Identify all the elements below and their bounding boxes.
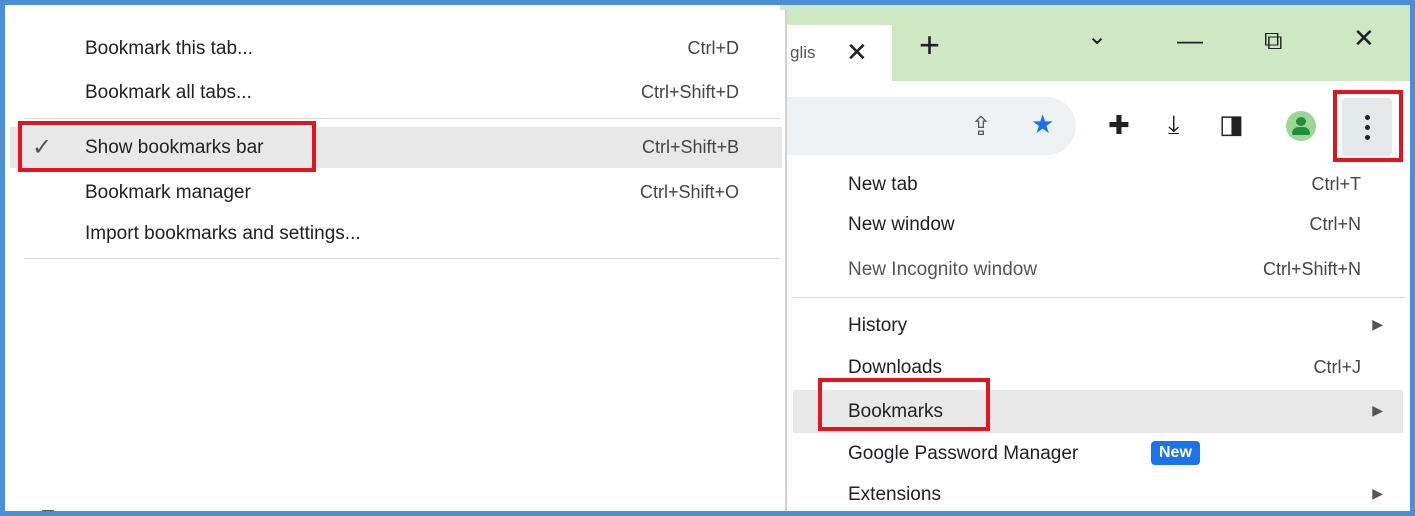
menu-item-extensions[interactable]: Extensions ▶ <box>793 475 1403 511</box>
active-tab[interactable]: glis ✕ <box>780 25 892 81</box>
new-badge: New <box>1151 441 1200 465</box>
side-panel-icon[interactable]: ◨ <box>1219 111 1244 137</box>
minimize-icon[interactable]: — <box>1177 27 1203 53</box>
profile-icon[interactable] <box>1286 111 1316 141</box>
chrome-main-menu: New tab Ctrl+T New window Ctrl+N New Inc… <box>793 165 1410 511</box>
menu-item-label: New Incognito window <box>848 259 1038 280</box>
menu-item-label: New window <box>848 214 955 235</box>
submenu-item-bookmark-manager[interactable]: Bookmark manager Ctrl+Shift+O <box>10 172 782 212</box>
highlight-box-show-bookmarks-bar <box>18 121 316 172</box>
submenu-item-shortcut: Ctrl+Shift+D <box>640 82 739 102</box>
menu-item-label: Google Password Manager <box>848 443 1079 464</box>
new-tab-button[interactable]: + <box>919 27 940 63</box>
share-icon[interactable]: ⇪ <box>970 113 992 139</box>
menu-item-history[interactable]: History ▶ <box>793 306 1403 346</box>
bookmarks-submenu: Bookmark this tab... Ctrl+D Bookmark all… <box>10 10 787 511</box>
menu-item-label: New tab <box>848 174 918 195</box>
extensions-icon[interactable]: ✚ <box>1108 112 1130 138</box>
download-icon[interactable]: ⤓ <box>1168 111 1180 137</box>
partial-item-dash <box>42 510 54 511</box>
submenu-item-shortcut: Ctrl+D <box>687 38 739 58</box>
menu-item-google-password-manager[interactable]: Google Password Manager New <box>793 434 1403 474</box>
highlight-box-more-menu <box>1333 90 1403 162</box>
close-window-icon[interactable]: ✕ <box>1353 25 1375 51</box>
menu-item-shortcut: Ctrl+N <box>1309 214 1361 234</box>
submenu-separator <box>24 258 780 259</box>
menu-separator <box>793 297 1405 298</box>
menu-item-label: History <box>848 315 908 336</box>
menu-item-shortcut: Ctrl+Shift+N <box>1262 259 1361 279</box>
submenu-item-shortcut: Ctrl+Shift+B <box>641 137 739 157</box>
submenu-item-import-bookmarks-and-settings[interactable]: Import bookmarks and settings... <box>10 213 782 253</box>
tab-title: glis <box>790 43 816 62</box>
submenu-separator <box>24 118 780 119</box>
highlight-box-bookmarks <box>818 378 990 431</box>
menu-item-label: Downloads <box>848 357 942 378</box>
profile-body-shape <box>1292 127 1310 135</box>
menu-item-shortcut: Ctrl+T <box>1311 174 1362 194</box>
submenu-arrow-icon: ▶ <box>1372 316 1383 332</box>
submenu-arrow-icon: ▶ <box>1372 402 1383 418</box>
submenu-item-shortcut: Ctrl+Shift+O <box>639 182 739 202</box>
menu-item-shortcut: Ctrl+J <box>1313 357 1361 377</box>
menu-item-label: Extensions <box>848 484 941 505</box>
submenu-arrow-icon: ▶ <box>1372 485 1383 501</box>
submenu-item-label: Bookmark manager <box>85 182 251 203</box>
submenu-item-bookmark-all-tabs[interactable]: Bookmark all tabs... Ctrl+Shift+D <box>10 72 782 112</box>
submenu-item-label: Bookmark this tab... <box>85 38 253 59</box>
submenu-item-label: Bookmark all tabs... <box>85 82 252 103</box>
profile-head-shape <box>1296 117 1306 126</box>
menu-item-new-incognito-window[interactable]: New Incognito window Ctrl+Shift+N <box>793 250 1403 290</box>
restore-icon[interactable]: ⧉ <box>1264 27 1283 53</box>
menu-item-new-tab[interactable]: New tab Ctrl+T <box>793 165 1403 205</box>
star-icon[interactable]: ★ <box>1031 111 1054 137</box>
submenu-item-bookmark-this-tab[interactable]: Bookmark this tab... Ctrl+D <box>10 28 782 68</box>
menu-item-new-window[interactable]: New window Ctrl+N <box>793 205 1403 245</box>
tab-close-icon[interactable]: ✕ <box>846 37 868 68</box>
screenshot-frame: glis ✕ + ⌄ — ⧉ ✕ ⇪ ★ ✚ ⤓ ◨ New tab Ctrl+… <box>0 0 1415 516</box>
tab-search-chevron-down-icon[interactable]: ⌄ <box>1087 25 1107 49</box>
submenu-item-label: Import bookmarks and settings... <box>85 223 361 244</box>
